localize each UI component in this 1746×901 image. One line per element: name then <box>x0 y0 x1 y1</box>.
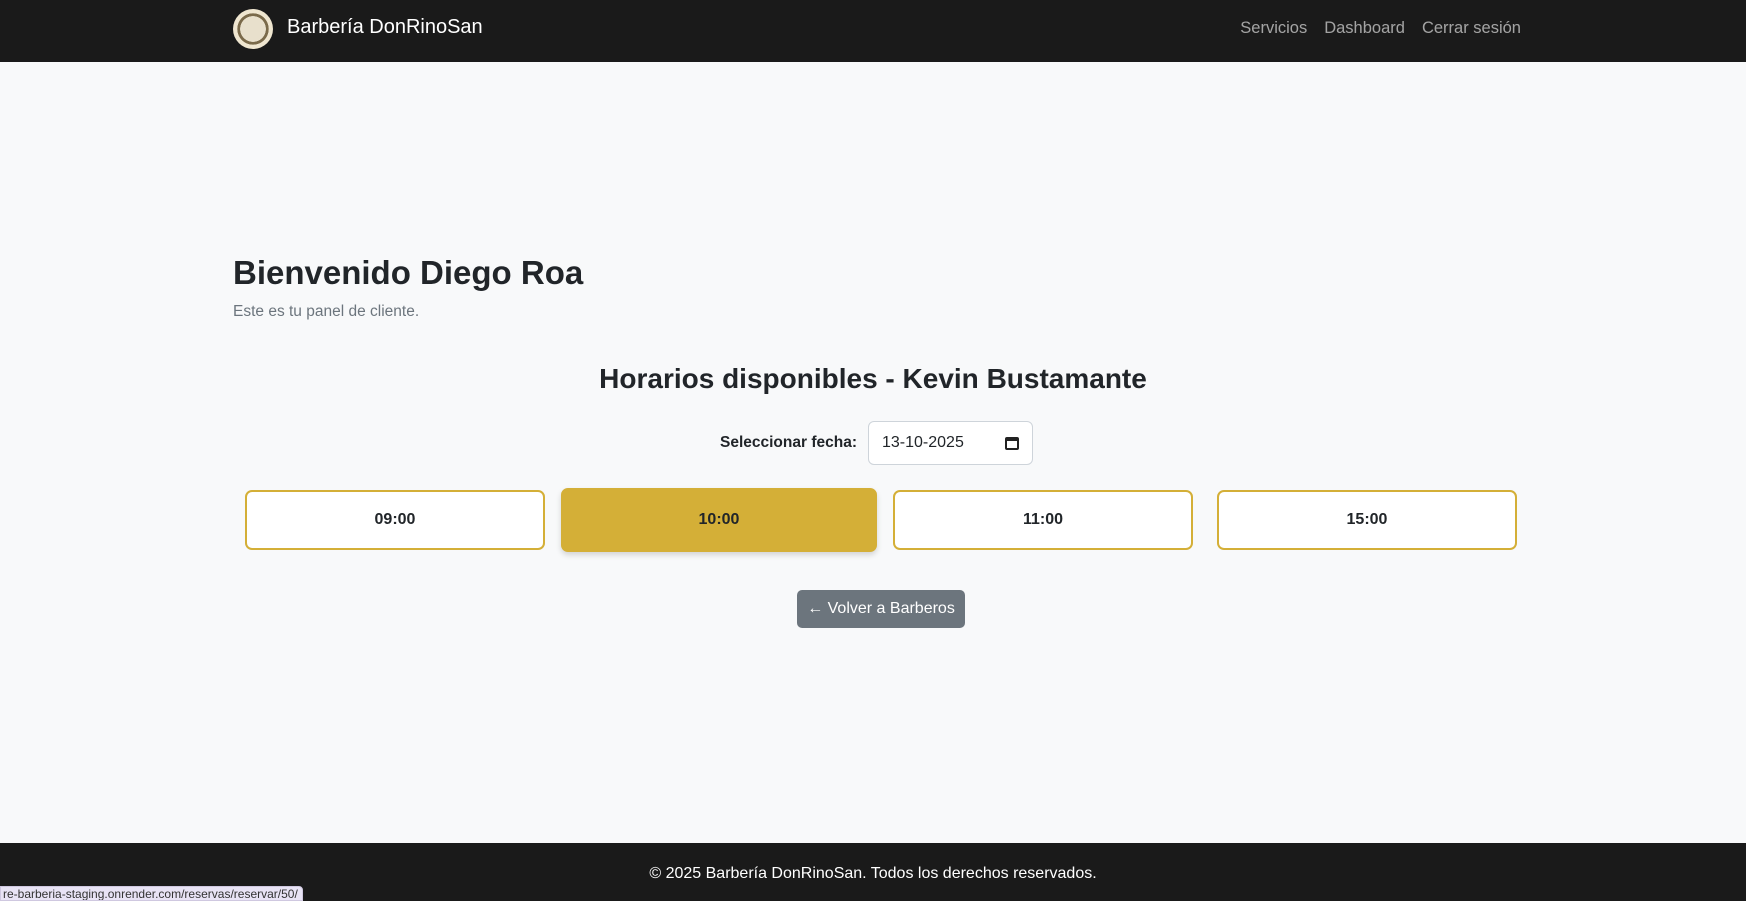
date-label: Seleccionar fecha: <box>720 434 857 451</box>
brand-name[interactable]: Barbería DonRinoSan <box>287 16 483 39</box>
page-subtitle: Este es tu panel de cliente. <box>233 303 420 320</box>
status-bar-url: re-barberia-staging.onrender.com/reserva… <box>0 886 303 901</box>
navbar: Barbería DonRinoSan Servicios Dashboard … <box>0 0 1746 62</box>
time-slot-button[interactable]: 09:00 <box>245 490 545 550</box>
brand-logo[interactable] <box>233 9 273 49</box>
nav-link-servicios[interactable]: Servicios <box>1240 19 1307 38</box>
time-slot-button-selected[interactable]: 10:00 <box>561 488 877 552</box>
nav-links: Servicios Dashboard Cerrar sesión <box>1240 19 1521 38</box>
nav-link-cerrar-sesion[interactable]: Cerrar sesión <box>1422 19 1521 38</box>
status-url-text: re-barberia-staging.onrender.com/reserva… <box>3 887 298 901</box>
time-slot-button[interactable]: 11:00 <box>893 490 1193 550</box>
schedule-title: Horarios disponibles - Kevin Bustamante <box>599 363 1147 394</box>
page-title: Bienvenido Diego Roa <box>233 254 584 291</box>
calendar-icon[interactable] <box>1005 436 1019 450</box>
time-slot-button[interactable]: 15:00 <box>1217 490 1517 550</box>
date-value: 13-10-2025 <box>882 434 964 451</box>
nav-link-dashboard[interactable]: Dashboard <box>1324 19 1405 38</box>
date-input[interactable]: 13-10-2025 <box>868 421 1033 465</box>
footer-text: © 2025 Barbería DonRinoSan. Todos los de… <box>649 865 1097 882</box>
back-to-barbers-button[interactable]: ← Volver a Barberos <box>797 590 965 628</box>
